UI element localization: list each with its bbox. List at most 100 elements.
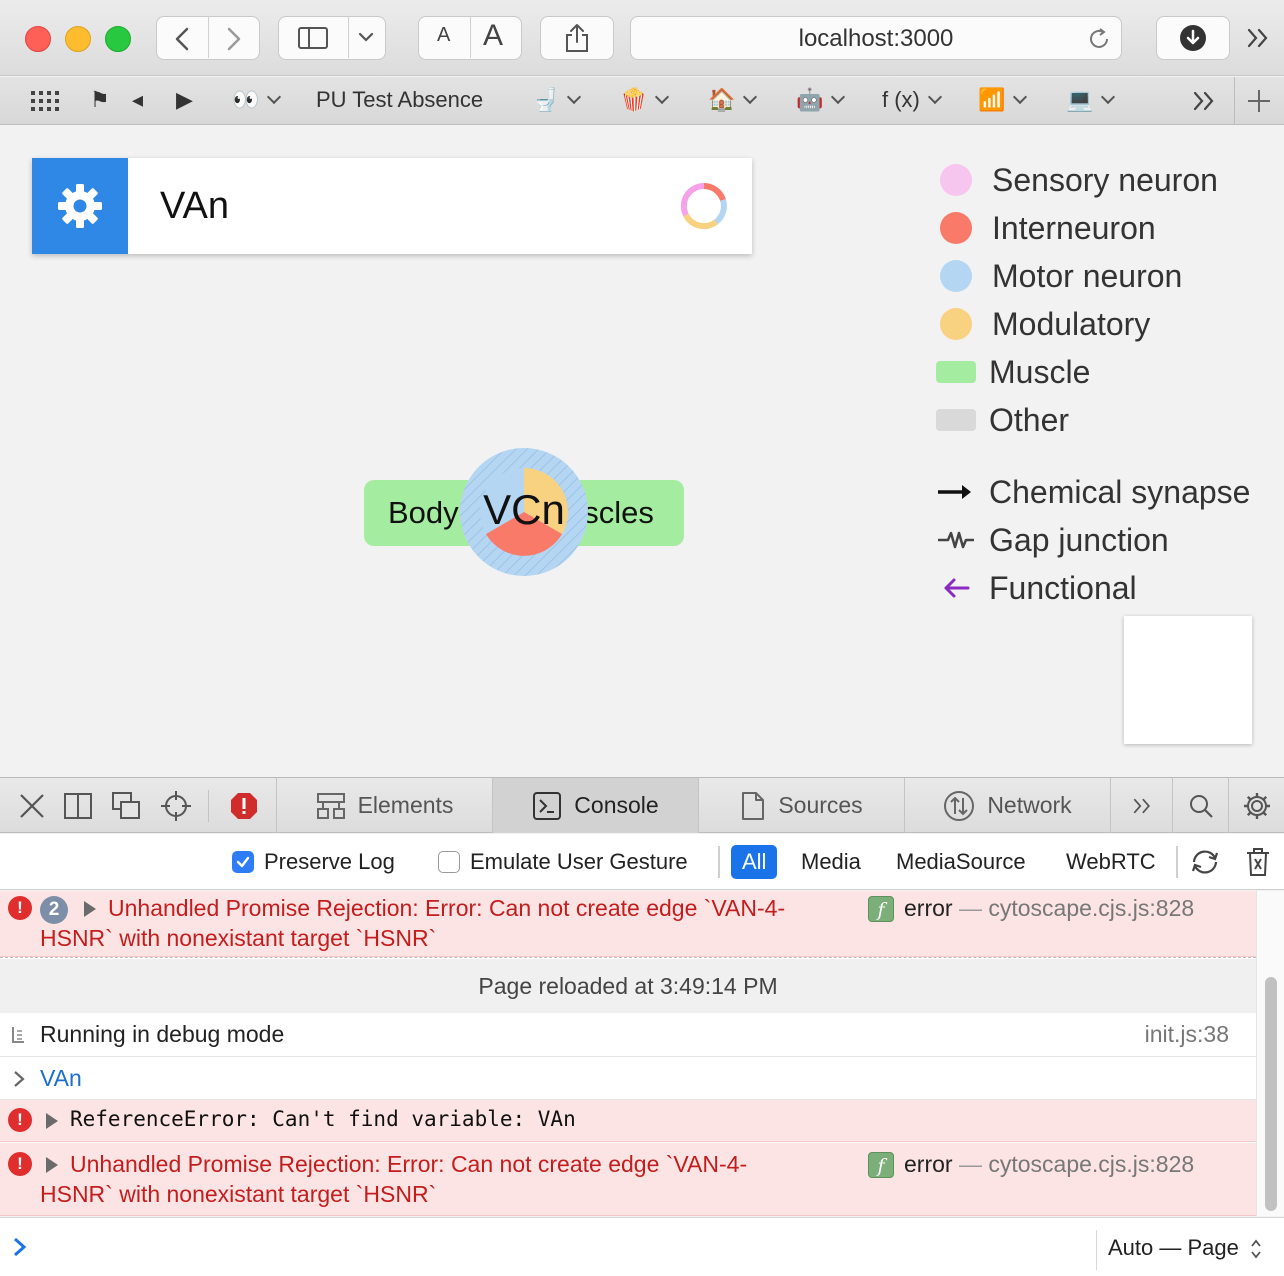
- graph-minimap[interactable]: [1124, 616, 1252, 744]
- filter-mediasource-button[interactable]: MediaSource: [896, 834, 1026, 890]
- favorite-toilet-folder[interactable]: 🚽: [532, 77, 582, 125]
- favorite-fx-folder[interactable]: f (x): [882, 77, 942, 125]
- console-message-log[interactable]: Running in debug mode init.js:38: [0, 1013, 1256, 1057]
- arrow-right-icon: [938, 485, 971, 499]
- favorites-overflow-button[interactable]: [1190, 77, 1218, 125]
- tab-elements[interactable]: Elements: [276, 778, 492, 833]
- minimize-window-button[interactable]: [65, 26, 91, 52]
- console-message-error[interactable]: ! ReferenceError: Can't find variable: V…: [0, 1100, 1256, 1142]
- execution-context-value: Auto — Page: [1108, 1235, 1239, 1260]
- favorite-grid-apps[interactable]: [30, 77, 60, 125]
- modulatory-swatch: [940, 308, 972, 340]
- filter-media-button[interactable]: Media: [801, 834, 861, 890]
- browser-toolbar: A A localhost:3000: [0, 0, 1284, 76]
- filter-webrtc-button[interactable]: WebRTC: [1066, 834, 1156, 890]
- zoom-window-button[interactable]: [105, 26, 131, 52]
- undock-window-icon[interactable]: [110, 790, 142, 822]
- scrollbar-thumb[interactable]: [1265, 977, 1277, 1211]
- source-link[interactable]: init.js:38: [1145, 1021, 1229, 1048]
- error-source-location[interactable]: f error — cytoscape.cjs.js:828: [868, 1151, 1194, 1178]
- favorite-pu-test-absence[interactable]: PU Test Absence: [316, 77, 483, 125]
- favorite-popcorn-folder[interactable]: 🍿: [620, 77, 670, 125]
- console-message-error[interactable]: ! Unhandled Promise Rejection: Error: Ca…: [0, 1143, 1256, 1216]
- favorite-chart-folder[interactable]: 📶: [978, 77, 1028, 125]
- share-button[interactable]: [540, 16, 614, 60]
- legend-item-sensory-neuron: Sensory neuron: [936, 156, 1218, 204]
- console-scrollbar[interactable]: [1256, 891, 1284, 1216]
- web-page: VAn Sensory neuron Interneuron Motor neu…: [0, 126, 1284, 776]
- chevron-down-icon: [1101, 89, 1116, 105]
- favorite-flag[interactable]: ⚑: [90, 77, 110, 125]
- fx-icon: f (x): [882, 87, 920, 112]
- settings-button[interactable]: [32, 158, 128, 254]
- emulate-user-gesture-label: Emulate User Gesture: [470, 849, 688, 874]
- sidebar-menu-button[interactable]: [357, 25, 375, 55]
- new-tab-button[interactable]: [1246, 77, 1272, 125]
- inspector-tab-bar: Elements Console Sources Network: [0, 777, 1284, 833]
- tab-sources[interactable]: Sources: [698, 778, 904, 833]
- search-button[interactable]: [1172, 778, 1228, 833]
- function-icon: f: [868, 1152, 894, 1178]
- favorite-house-folder[interactable]: 🏠: [708, 77, 758, 125]
- disclosure-triangle-icon[interactable]: [46, 1113, 58, 1129]
- favorites-bar: ⚑ ◂ ▶ 👀 PU Test Absence 🚽 🍿 🏠 🤖 f (x) 📶 …: [0, 77, 1284, 125]
- repeat-count-badge: 2: [40, 896, 68, 924]
- filter-all-label: All: [731, 845, 778, 879]
- tab-console[interactable]: Console: [492, 778, 698, 833]
- favorite-eyes-folder[interactable]: 👀: [232, 77, 282, 125]
- checkbox-checked[interactable]: [232, 851, 254, 873]
- execution-context-select[interactable]: Auto — Page: [1108, 1235, 1263, 1261]
- decrease-text-size-button[interactable]: A: [437, 24, 450, 47]
- source-link[interactable]: cytoscape.cjs.js:828: [988, 895, 1194, 921]
- downloads-button[interactable]: [1156, 16, 1230, 60]
- sidebar-toggle-button[interactable]: [297, 26, 329, 56]
- double-chevron-right-icon: [1193, 91, 1214, 111]
- forward-button[interactable]: [221, 26, 245, 58]
- favorite-speaker[interactable]: ◂: [132, 77, 143, 125]
- filter-all-button[interactable]: All: [731, 834, 778, 890]
- search-input[interactable]: VAn: [160, 158, 229, 254]
- emulate-user-gesture-checkbox[interactable]: Emulate User Gesture: [438, 834, 688, 890]
- vcn-neuron-node[interactable]: VCn: [460, 448, 588, 576]
- increase-text-size-button[interactable]: A: [483, 19, 503, 53]
- console-prompt[interactable]: Auto — Page: [0, 1217, 1284, 1276]
- error-octagon-icon[interactable]: [228, 790, 260, 822]
- inspector-settings-button[interactable]: [1228, 778, 1284, 833]
- favorites-divider: [1234, 77, 1235, 125]
- disclosure-triangle-icon[interactable]: [84, 901, 96, 917]
- close-icon[interactable]: [16, 790, 48, 822]
- dock-side-icon[interactable]: [62, 790, 94, 822]
- clear-console-button[interactable]: [1244, 834, 1272, 890]
- network-graph[interactable]: Body uscles VCn: [360, 446, 690, 586]
- tabs-overflow-button[interactable]: [1110, 778, 1172, 833]
- plus-icon: [1248, 90, 1270, 112]
- preserve-log-checkbox[interactable]: Preserve Log: [232, 834, 395, 890]
- arrow-left-icon: [944, 578, 970, 598]
- reload-icon: [1191, 850, 1219, 874]
- console-message-error[interactable]: ! 2 Unhandled Promise Rejection: Error: …: [0, 891, 1256, 957]
- legend-item-chemical-synapse: Chemical synapse: [936, 468, 1250, 516]
- error-source-location[interactable]: f error — cytoscape.cjs.js:828: [868, 895, 1194, 922]
- checkbox-unchecked[interactable]: [438, 851, 460, 873]
- favorite-play[interactable]: ▶: [176, 77, 193, 125]
- tab-network[interactable]: Network: [904, 778, 1110, 833]
- close-window-button[interactable]: [25, 26, 51, 52]
- crosshair-icon[interactable]: [160, 790, 192, 822]
- source-link[interactable]: cytoscape.cjs.js:828: [988, 1151, 1194, 1177]
- favorite-laptop-folder[interactable]: 💻: [1066, 77, 1116, 125]
- filter-media-label: Media: [801, 849, 861, 874]
- address-bar[interactable]: localhost:3000: [630, 16, 1122, 60]
- error-message-line-2: HSNR` with nonexistant target `HSNR`: [40, 1181, 437, 1207]
- toolbar-overflow-button[interactable]: [1244, 24, 1272, 56]
- reload-icon[interactable]: [1087, 27, 1111, 51]
- back-button[interactable]: [171, 26, 195, 58]
- reload-page-button[interactable]: [1188, 834, 1222, 890]
- chevron-down-icon: [358, 32, 374, 42]
- legend-label: Other: [989, 401, 1070, 438]
- disclosure-triangle-icon[interactable]: [46, 1157, 58, 1173]
- chevron-down-icon: [831, 89, 846, 105]
- error-message-line-2: HSNR` with nonexistant target `HSNR`: [40, 925, 437, 951]
- tab-label: Console: [574, 792, 659, 818]
- filter-webrtc-label: WebRTC: [1066, 849, 1156, 874]
- favorite-robot-folder[interactable]: 🤖: [796, 77, 846, 125]
